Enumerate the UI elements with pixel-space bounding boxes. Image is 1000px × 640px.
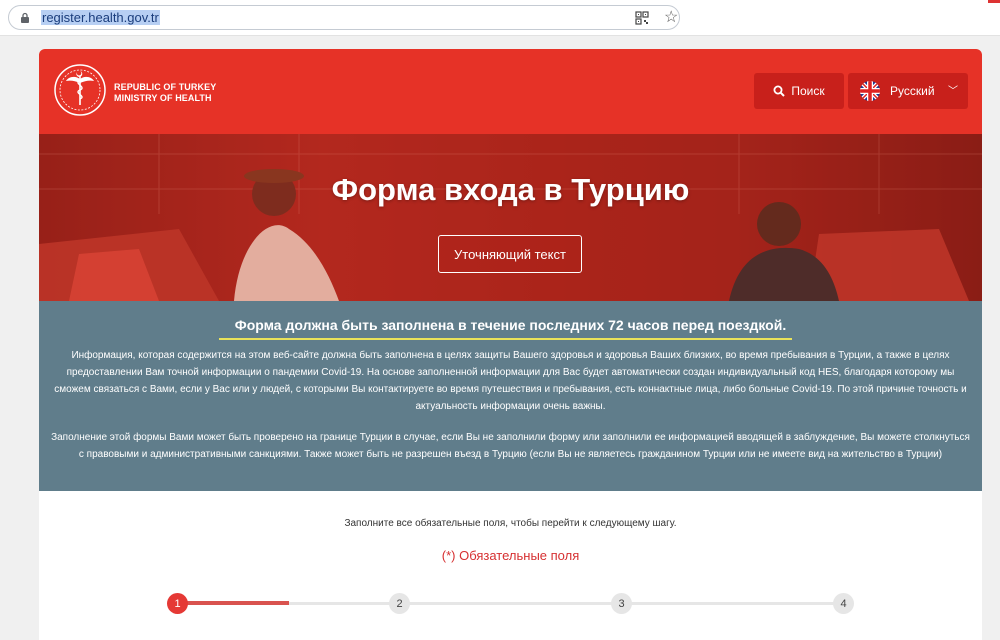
info-paragraph-2: Заполнение этой формы Вами может быть пр… [51,432,970,460]
required-fields-note: (*) Обязательные поля [441,548,580,563]
chevron-down-icon: ﹀ [948,86,958,97]
qr-code-icon[interactable] [635,11,649,25]
logo-text: REPUBLIC OF TURKEY MINISTRY OF HEALTH [114,82,216,104]
notice-underline [219,338,792,340]
search-icon [773,85,786,97]
fill-instruction: Заполните все обязательные поля, чтобы п… [344,518,677,529]
hero-banner: Форма входа в Турцию Уточняющий текст [39,134,982,301]
hero-background-image [39,134,982,301]
logo-line-1: REPUBLIC OF TURKEY [114,82,217,92]
info-paragraph-1: Информация, которая содержится на этом в… [54,350,967,412]
ministry-logo[interactable] [53,63,107,117]
language-selector[interactable]: Русский ﹀ [848,73,968,109]
page-card: REPUBLIC OF TURKEY MINISTRY OF HEALTH По… [39,49,982,640]
step-3[interactable]: 3 [611,593,632,614]
search-button[interactable]: Поиск [754,73,844,109]
info-section: Форма должна быть заполнена в течение по… [39,301,982,491]
stepper-progress [177,601,289,605]
site-header: REPUBLIC OF TURKEY MINISTRY OF HEALTH По… [39,49,982,134]
page-title: Форма входа в Турцию [331,172,690,207]
clarifying-text-button[interactable]: Уточняющий текст [438,235,582,273]
lock-icon[interactable] [19,12,31,24]
bookmark-star-icon[interactable]: ☆ [664,9,678,27]
time-notice: Форма должна быть заполнена в течение по… [234,317,787,333]
address-bar[interactable]: register.health.gov.tr ☆ [8,5,680,30]
step-1[interactable]: 1 [167,593,188,614]
search-button-label: Поиск [791,84,825,98]
browser-toolbar: register.health.gov.tr ☆ [0,0,1000,36]
logo-line-2: MINISTRY OF HEALTH [114,93,212,103]
step-4[interactable]: 4 [833,593,854,614]
window-accent [988,0,1000,3]
language-label: Русский [890,84,935,98]
form-stepper: 1 2 3 4 [167,593,857,615]
uk-flag-icon [860,81,880,101]
url-text[interactable]: register.health.gov.tr [41,10,160,25]
step-2[interactable]: 2 [389,593,410,614]
